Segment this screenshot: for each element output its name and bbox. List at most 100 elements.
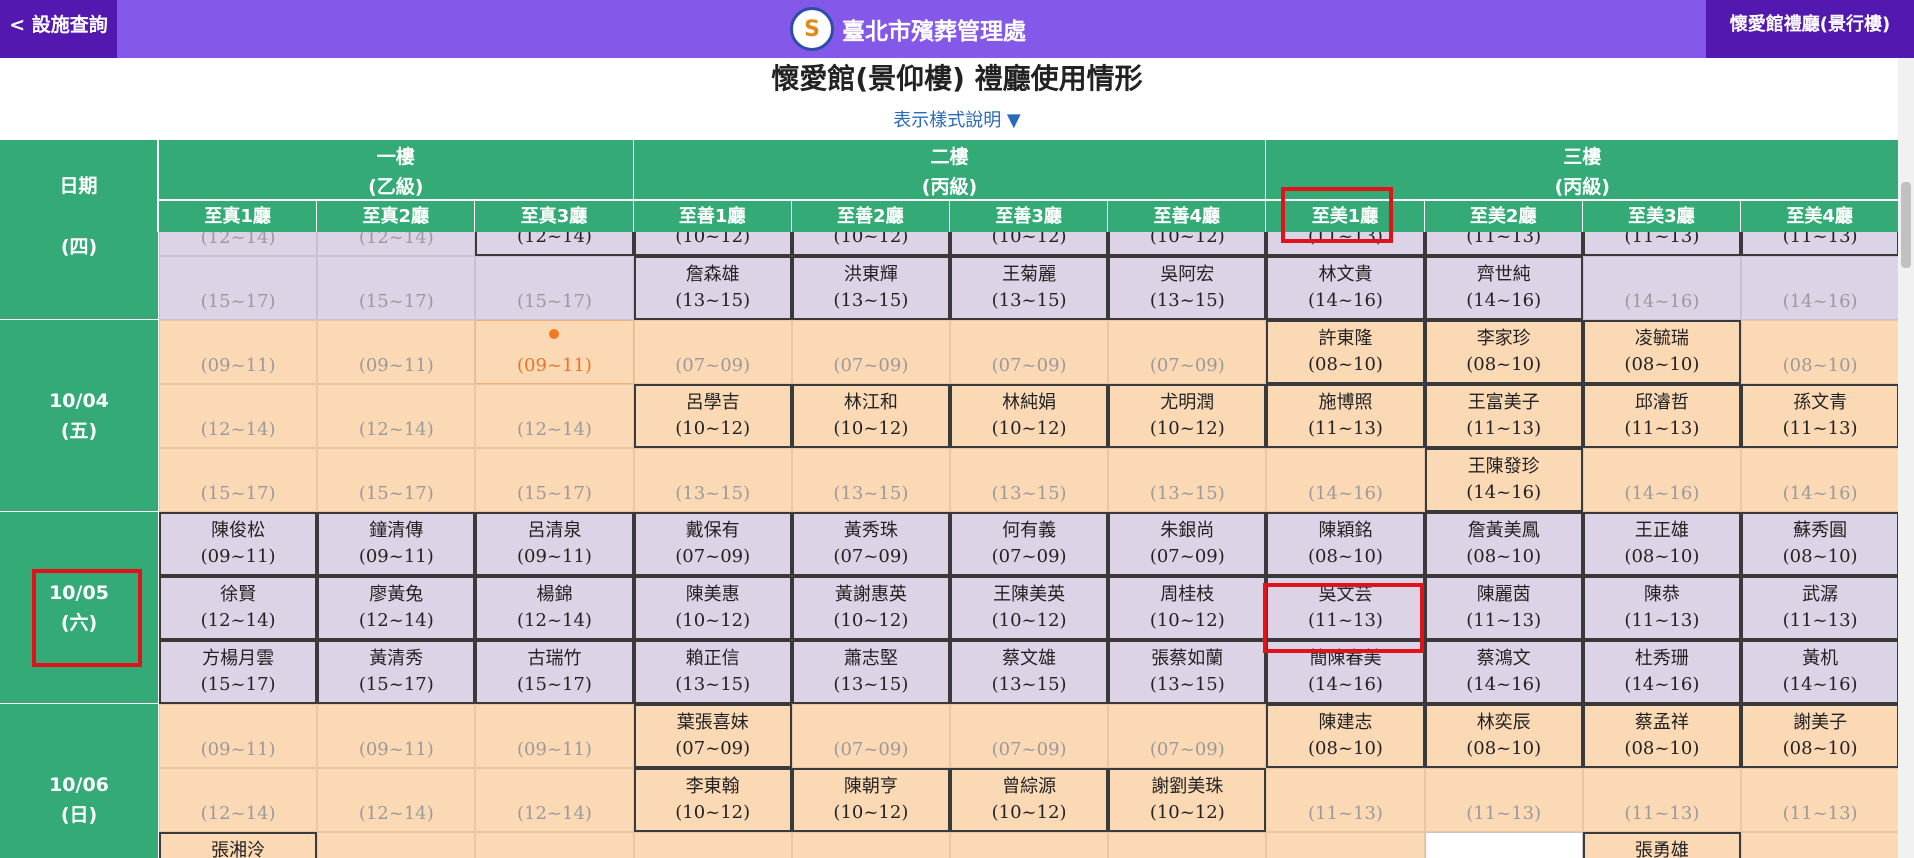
booking-cell[interactable]: 簡陳春美 (14~16) [1266, 640, 1425, 704]
available-slot-cell[interactable]: (12~14) [475, 768, 634, 832]
hall-header[interactable]: 至善1廳 [633, 200, 792, 232]
booking-cell[interactable]: 吳阿宏 (13~15) [1108, 256, 1267, 320]
booking-cell[interactable]: 凌毓瑞 (08~10) [1582, 320, 1741, 384]
booking-cell[interactable]: 蔡鴻文 (14~16) [1424, 640, 1583, 704]
booking-cell[interactable]: 李家珍 (08~10) [1424, 320, 1583, 384]
booking-cell[interactable]: 鐘清傳 (09~11) [317, 512, 476, 576]
booking-cell[interactable]: 葉張喜妹 (07~09) [633, 704, 792, 768]
available-slot-cell[interactable]: (14~16) [1741, 256, 1898, 320]
booking-cell[interactable]: 周桂枝 (10~12) [1108, 576, 1267, 640]
booking-cell[interactable]: 蕭志堅 (13~15) [791, 640, 950, 704]
available-slot-cell[interactable]: (12~14) [159, 768, 318, 832]
switch-hall-button[interactable]: 懷愛館禮廳(景行樓) [1706, 0, 1914, 58]
booking-cell[interactable]: 林奕辰 (08~10) [1424, 704, 1583, 768]
hall-header[interactable]: 至善4廳 [1108, 200, 1267, 232]
booking-cell[interactable]: 黃机 (14~16) [1741, 640, 1898, 704]
available-slot-cell[interactable]: (09~11) [159, 320, 318, 384]
available-slot-cell[interactable]: (15~17) [317, 448, 476, 512]
available-slot-cell[interactable]: (14~16) [1582, 448, 1741, 512]
booking-cell[interactable]: 施博照 (11~13) [1266, 384, 1425, 448]
booking-cell[interactable]: 武潺 (11~13) [1741, 576, 1898, 640]
hall-header[interactable]: 至美3廳 [1582, 200, 1741, 232]
booking-cell[interactable]: 曾綜源 (10~12) [950, 768, 1109, 832]
booking-cell[interactable]: 林純娟 (10~12) [950, 384, 1109, 448]
available-slot-cell[interactable]: (12~14) [317, 768, 476, 832]
booking-cell[interactable]: 蔡文雄 (13~15) [950, 640, 1109, 704]
available-slot-cell[interactable]: (15~17) [317, 256, 476, 320]
booking-cell[interactable]: 邱濬哲 (11~13) [1582, 384, 1741, 448]
booking-cell[interactable]: 王富美子 (11~13) [1424, 384, 1583, 448]
booking-cell[interactable]: 林江和 (10~12) [791, 384, 950, 448]
booking-cell[interactable]: 王菊麗 (13~15) [950, 256, 1109, 320]
available-slot-cell[interactable]: (07~09) [633, 320, 792, 384]
booking-cell[interactable]: 尤明潤 (10~12) [1108, 384, 1267, 448]
available-slot-cell[interactable] [791, 832, 950, 858]
booking-cell[interactable]: 徐賢 (12~14) [159, 576, 318, 640]
available-slot-cell[interactable]: (12~14) [317, 384, 476, 448]
booking-cell[interactable]: 張蔡如蘭 (13~15) [1108, 640, 1267, 704]
booking-cell[interactable]: 李東翰 (10~12) [633, 768, 792, 832]
booking-cell[interactable]: 賴正信 (13~15) [633, 640, 792, 704]
facility-search-back-button[interactable]: < 設施查詢 [0, 0, 117, 58]
booking-cell[interactable]: 孫文青 (11~13) [1741, 384, 1898, 448]
available-slot-cell[interactable] [1741, 832, 1898, 858]
available-slot-cell[interactable]: (08~10) [1741, 320, 1898, 384]
booking-cell[interactable]: 黃謝惠英 (10~12) [791, 576, 950, 640]
booking-cell[interactable]: 何有義 (07~09) [950, 512, 1109, 576]
available-slot-cell[interactable] [633, 832, 792, 858]
available-slot-cell[interactable]: (15~17) [159, 448, 318, 512]
hall-header[interactable]: 至善3廳 [950, 200, 1109, 232]
available-slot-cell[interactable] [475, 832, 634, 858]
booking-cell[interactable]: 廖黃兔 (12~14) [317, 576, 476, 640]
booking-cell[interactable]: 古瑞竹 (15~17) [475, 640, 634, 704]
available-slot-cell[interactable]: (11~13) [1582, 768, 1741, 832]
available-slot-cell[interactable]: (09~11) [159, 704, 318, 768]
available-slot-cell[interactable]: (15~17) [475, 256, 634, 320]
available-slot-cell[interactable]: (09~11) [475, 704, 634, 768]
available-slot-cell[interactable]: (12~14) [475, 384, 634, 448]
available-slot-cell[interactable]: (07~09) [950, 320, 1109, 384]
available-slot-cell[interactable] [1424, 832, 1583, 858]
booking-cell[interactable]: 方楊月雲 (15~17) [159, 640, 318, 704]
booking-cell[interactable]: 齊世純 (14~16) [1424, 256, 1583, 320]
booking-cell[interactable]: 許東隆 (08~10) [1266, 320, 1425, 384]
booking-cell[interactable]: 謝美子 (08~10) [1741, 704, 1898, 768]
booking-cell[interactable]: 呂學吉 (10~12) [633, 384, 792, 448]
booking-cell[interactable]: 陳朝亨 (10~12) [791, 768, 950, 832]
hall-header[interactable]: 至美2廳 [1424, 200, 1583, 232]
available-slot-cell[interactable]: (09~11) [475, 320, 634, 384]
available-slot-cell[interactable] [317, 832, 476, 858]
available-slot-cell[interactable]: (15~17) [159, 256, 318, 320]
booking-cell[interactable]: 黃清秀 (15~17) [317, 640, 476, 704]
booking-cell[interactable]: 王陳發珍 (14~16) [1424, 448, 1583, 512]
booking-cell[interactable]: 詹黃美鳳 (08~10) [1424, 512, 1583, 576]
hall-header[interactable]: 至真3廳 [475, 200, 634, 232]
available-slot-cell[interactable]: (14~16) [1266, 448, 1425, 512]
vertical-scrollbar[interactable] [1898, 58, 1914, 858]
booking-cell[interactable]: 洪東輝 (13~15) [791, 256, 950, 320]
available-slot-cell[interactable]: (09~11) [317, 704, 476, 768]
available-slot-cell[interactable] [1266, 832, 1425, 858]
available-slot-cell[interactable]: (07~09) [791, 320, 950, 384]
booking-cell[interactable]: 黃秀珠 (07~09) [791, 512, 950, 576]
booking-cell[interactable]: 陳恭 (11~13) [1582, 576, 1741, 640]
booking-cell[interactable]: 張勇雄 [1582, 832, 1741, 858]
available-slot-cell[interactable]: (09~11) [317, 320, 476, 384]
booking-cell[interactable]: 呂清泉 (09~11) [475, 512, 634, 576]
available-slot-cell[interactable]: (07~09) [791, 704, 950, 768]
hall-header[interactable]: 至善2廳 [791, 200, 950, 232]
hall-header[interactable]: 至真1廳 [159, 200, 318, 232]
available-slot-cell[interactable]: (07~09) [1108, 704, 1267, 768]
booking-cell[interactable]: 杜秀珊 (14~16) [1582, 640, 1741, 704]
booking-cell[interactable]: 王正雄 (08~10) [1582, 512, 1741, 576]
hall-header[interactable]: 至美1廳 [1266, 200, 1425, 232]
booking-cell[interactable]: 陳俊松 (09~11) [159, 512, 318, 576]
available-slot-cell[interactable]: (14~16) [1741, 448, 1898, 512]
booking-cell[interactable]: 陳美惠 (10~12) [633, 576, 792, 640]
booking-cell[interactable]: 詹森雄 (13~15) [633, 256, 792, 320]
available-slot-cell[interactable] [1108, 832, 1267, 858]
booking-cell[interactable]: 戴保有 (07~09) [633, 512, 792, 576]
available-slot-cell[interactable]: (11~13) [1266, 768, 1425, 832]
legend-toggle-link[interactable]: 表示樣式說明 ▼ [0, 106, 1914, 132]
booking-cell[interactable]: 張湘泠 [159, 832, 318, 858]
